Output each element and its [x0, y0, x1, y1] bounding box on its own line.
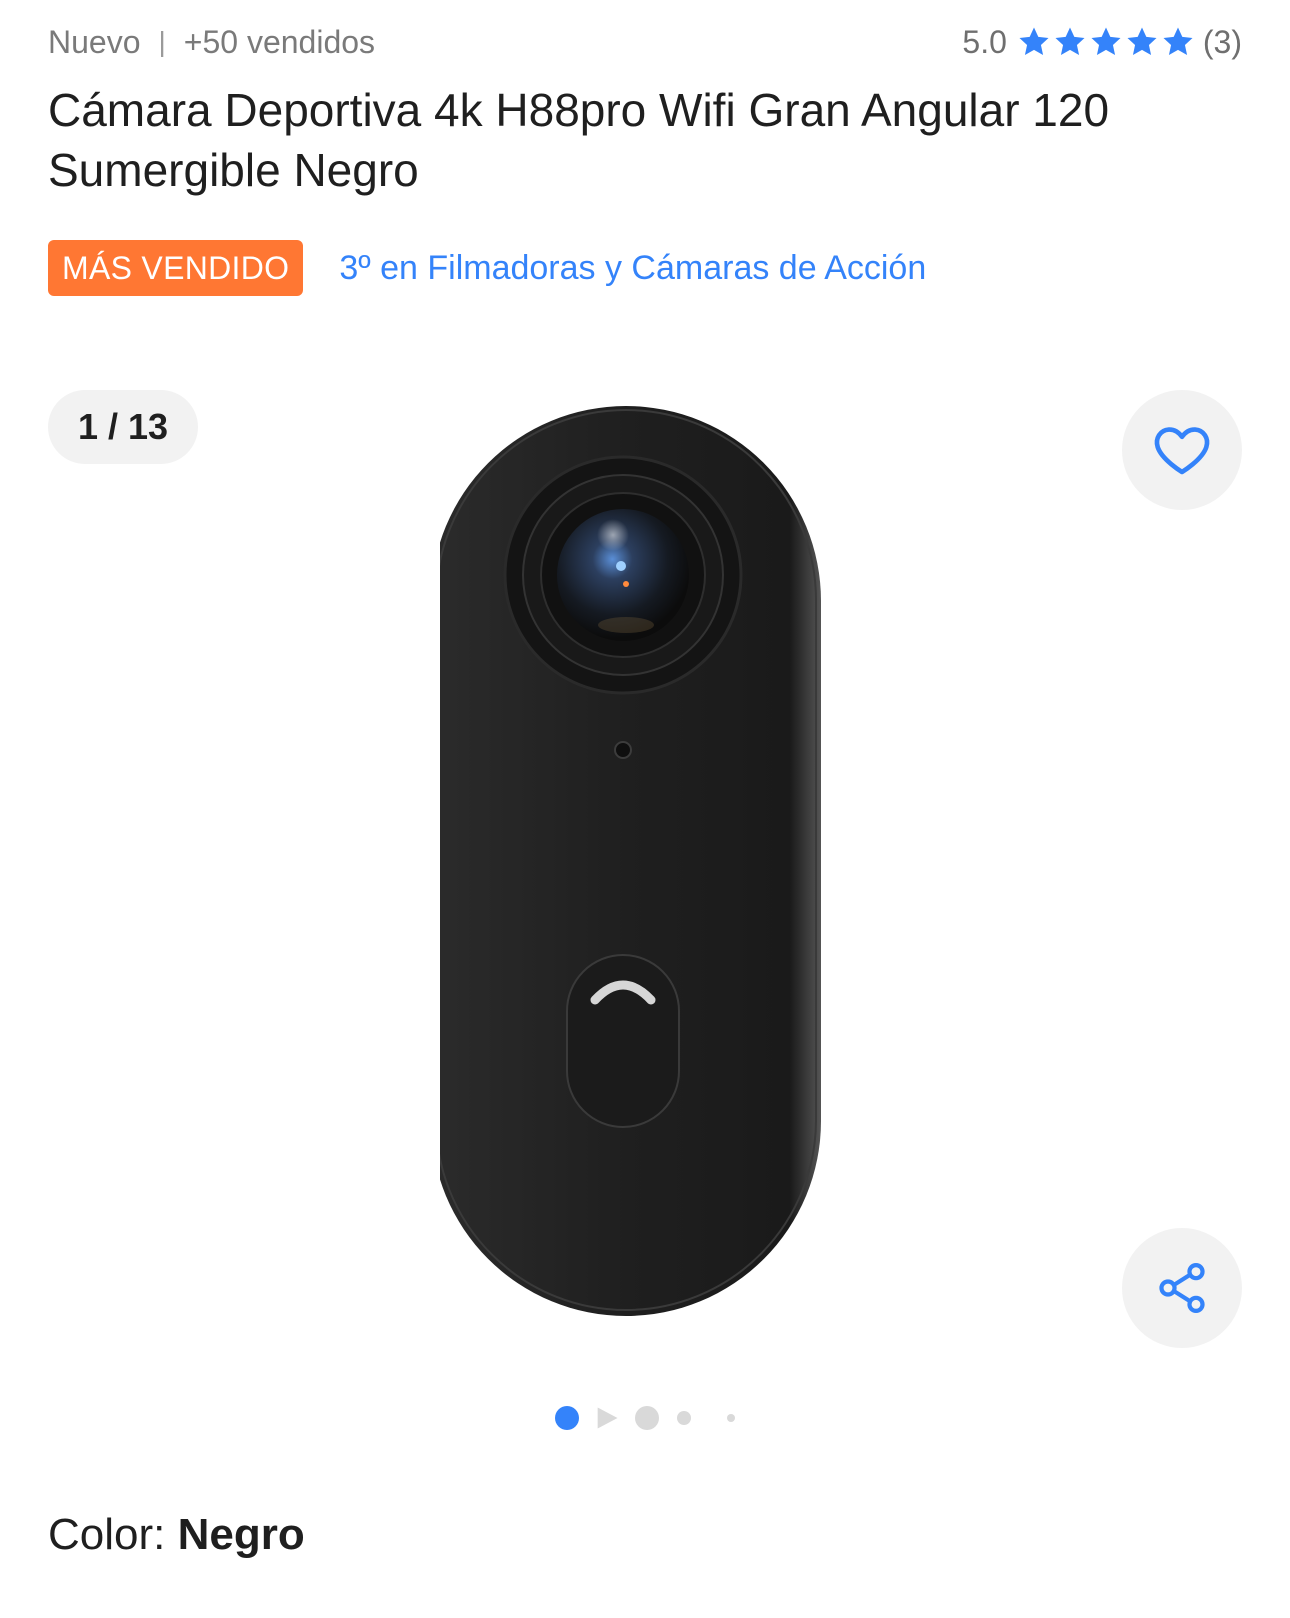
star-icon	[1091, 27, 1121, 56]
product-photo[interactable]	[440, 400, 850, 1350]
color-label: Color:	[48, 1510, 178, 1559]
pagination-dot-active[interactable]	[555, 1406, 579, 1430]
rating-score: 5.0	[962, 23, 1007, 60]
best-seller-badge: MÁS VENDIDO	[48, 240, 304, 296]
star-icon	[1163, 27, 1193, 56]
gallery-pagination	[0, 1398, 1290, 1438]
share-button[interactable]	[1122, 1228, 1242, 1348]
pagination-dot[interactable]	[727, 1414, 735, 1422]
condition-label: Nuevo	[48, 23, 141, 60]
microphone-dot	[614, 741, 632, 759]
rating-stars	[1017, 25, 1195, 59]
category-ranking-link[interactable]: 3º en Filmadoras y Cámaras de Acción	[339, 249, 926, 288]
image-gallery[interactable]: 1 / 13	[0, 380, 1290, 1380]
star-icon	[1127, 27, 1157, 56]
star-icon	[1055, 27, 1085, 56]
color-variant: Color: Negro	[48, 1510, 305, 1560]
gallery-counter: 1 / 13	[48, 390, 198, 464]
heart-outline-icon	[1154, 427, 1210, 475]
star-icon	[1019, 27, 1049, 56]
meta-separator: |	[158, 26, 166, 57]
product-page: Nuevo | +50 vendidos 5.0 (3) Cámara Depo…	[0, 0, 1290, 1618]
condition-and-sales: Nuevo | +50 vendidos	[48, 24, 375, 61]
favorite-button[interactable]	[1122, 390, 1242, 510]
video-play-icon[interactable]	[593, 1404, 621, 1432]
product-meta-row: Nuevo | +50 vendidos 5.0 (3)	[48, 20, 1242, 64]
rating-summary[interactable]: 5.0 (3)	[962, 24, 1242, 61]
pagination-dot[interactable]	[677, 1411, 691, 1425]
share-icon	[1159, 1263, 1205, 1313]
pagination-dot[interactable]	[635, 1406, 659, 1430]
product-title: Cámara Deportiva 4k H88pro Wifi Gran Ang…	[48, 84, 1110, 196]
highlights-row: MÁS VENDIDO 3º en Filmadoras y Cámaras d…	[48, 240, 926, 296]
rating-count: (3)	[1202, 23, 1242, 60]
sold-count: +50 vendidos	[183, 23, 376, 60]
color-value: Negro	[177, 1510, 305, 1559]
